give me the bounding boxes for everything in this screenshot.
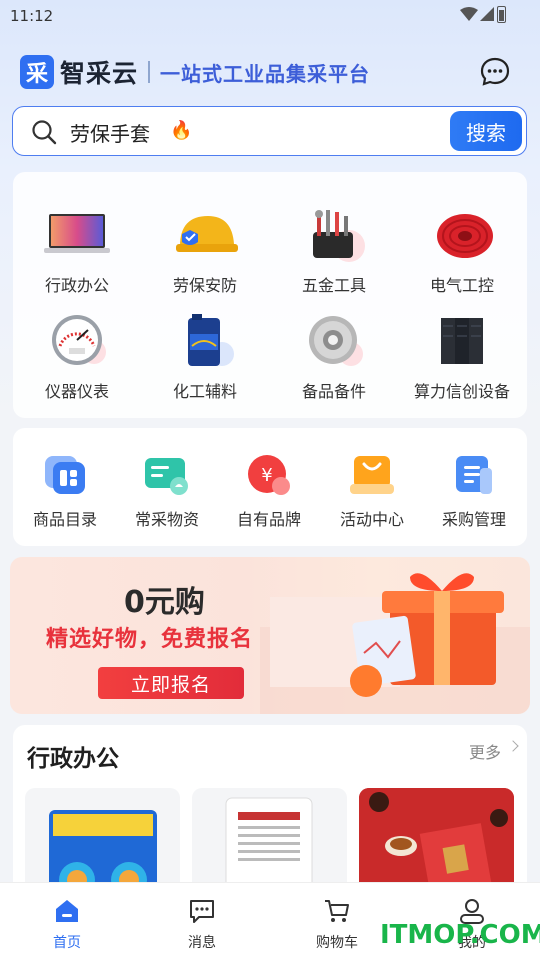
shopping-bag-icon [350, 454, 394, 496]
category-label: 化工辅料 [172, 382, 237, 401]
more-link[interactable]: 更多 [469, 739, 501, 763]
status-bar: 11:12 [0, 0, 540, 30]
logo-icon: 采 [20, 55, 54, 89]
chevron-right-icon [507, 740, 519, 752]
hard-hat-icon [170, 206, 240, 266]
category-label: 仪器仪表 [44, 382, 109, 401]
category-chemical[interactable]: 化工辅料 [141, 312, 269, 402]
category-grid: 行政办公 劳保安防 五金工具 电气工控 仪器仪表 化工辅料 备品备件 算力信创设… [13, 172, 527, 418]
svg-text:¥: ¥ [261, 465, 272, 486]
tool-label: 采购管理 [441, 510, 506, 529]
banner-subtitle: 精选好物，免费报名 [46, 627, 254, 652]
search-input[interactable]: 劳保手套 [70, 118, 150, 147]
tool-own-brand[interactable]: ¥ 自有品牌 [219, 454, 319, 530]
search-button[interactable]: 搜索 [450, 111, 522, 151]
promo-banner[interactable]: 0元购 精选好物，免费报名 立即报名 [10, 557, 530, 714]
tab-label: 首页 [53, 935, 81, 951]
search-icon [32, 120, 57, 145]
tab-home[interactable]: 首页 [27, 897, 107, 952]
watermark: ITMOP.COM [380, 920, 540, 950]
category-instruments[interactable]: 仪器仪表 [13, 312, 141, 402]
category-admin-office[interactable]: 行政办公 [13, 206, 141, 296]
fire-icon: 🔥 [170, 120, 193, 141]
tool-label: 活动中心 [339, 510, 404, 529]
brand-icon: ¥ [247, 454, 291, 496]
chat-bubble-icon[interactable] [480, 57, 510, 87]
tab-cart[interactable]: 购物车 [297, 897, 377, 952]
wifi-icon [460, 7, 478, 21]
gift-illustration [260, 573, 530, 714]
category-hardware-tools[interactable]: 五金工具 [270, 206, 398, 296]
tool-catalog[interactable]: 商品目录 [15, 454, 115, 530]
category-label: 备品备件 [301, 382, 366, 401]
status-time: 11:12 [10, 7, 54, 25]
app-header: 采 智采云 一站式工业品集采平台 [20, 54, 370, 90]
tool-activity-center[interactable]: 活动中心 [322, 454, 422, 530]
category-label: 电气工控 [429, 276, 494, 295]
tab-label: 购物车 [316, 935, 358, 951]
tab-messages[interactable]: 消息 [162, 897, 242, 952]
category-label: 五金工具 [301, 276, 366, 295]
tab-label: 消息 [188, 935, 216, 951]
toolkit-icon [299, 206, 369, 266]
cart-icon [323, 897, 351, 925]
cable-reel-icon [427, 206, 497, 266]
tool-label: 自有品牌 [236, 510, 301, 529]
catalog-icon [43, 454, 87, 496]
tool-label: 商品目录 [32, 510, 97, 529]
disc-icon [299, 312, 369, 372]
server-rack-icon [427, 312, 497, 372]
signup-button[interactable]: 立即报名 [98, 667, 244, 699]
category-label: 算力信创设备 [413, 382, 510, 401]
section-title: 行政办公 [27, 746, 119, 772]
battery-icon [497, 6, 506, 23]
banner-title: 0元购 [124, 585, 205, 620]
message-icon [188, 897, 216, 925]
tool-procurement[interactable]: 采购管理 [424, 454, 524, 530]
header-divider [148, 61, 151, 83]
category-label: 行政办公 [44, 276, 109, 295]
category-computing[interactable]: 算力信创设备 [398, 312, 526, 402]
tool-frequent-items[interactable]: 常采物资 [117, 454, 217, 530]
laptop-icon [42, 206, 112, 266]
app-name: 智采云 [60, 59, 139, 88]
home-icon [53, 897, 81, 925]
category-electrical[interactable]: 电气工控 [398, 206, 526, 296]
tool-label: 常采物资 [134, 510, 199, 529]
quick-tools: 商品目录 常采物资 ¥ 自有品牌 活动中心 采购管理 [13, 428, 527, 546]
gauge-icon [42, 312, 112, 372]
search-bar[interactable]: 劳保手套 🔥 搜索 [12, 106, 527, 156]
category-label: 劳保安防 [172, 276, 237, 295]
category-safety[interactable]: 劳保安防 [141, 206, 269, 296]
frequent-items-icon [145, 454, 189, 496]
oil-can-icon [170, 312, 240, 372]
slogan: 一站式工业品集采平台 [160, 61, 371, 86]
document-icon [452, 454, 496, 496]
category-spare-parts[interactable]: 备品备件 [270, 312, 398, 402]
signal-icon [480, 7, 494, 21]
